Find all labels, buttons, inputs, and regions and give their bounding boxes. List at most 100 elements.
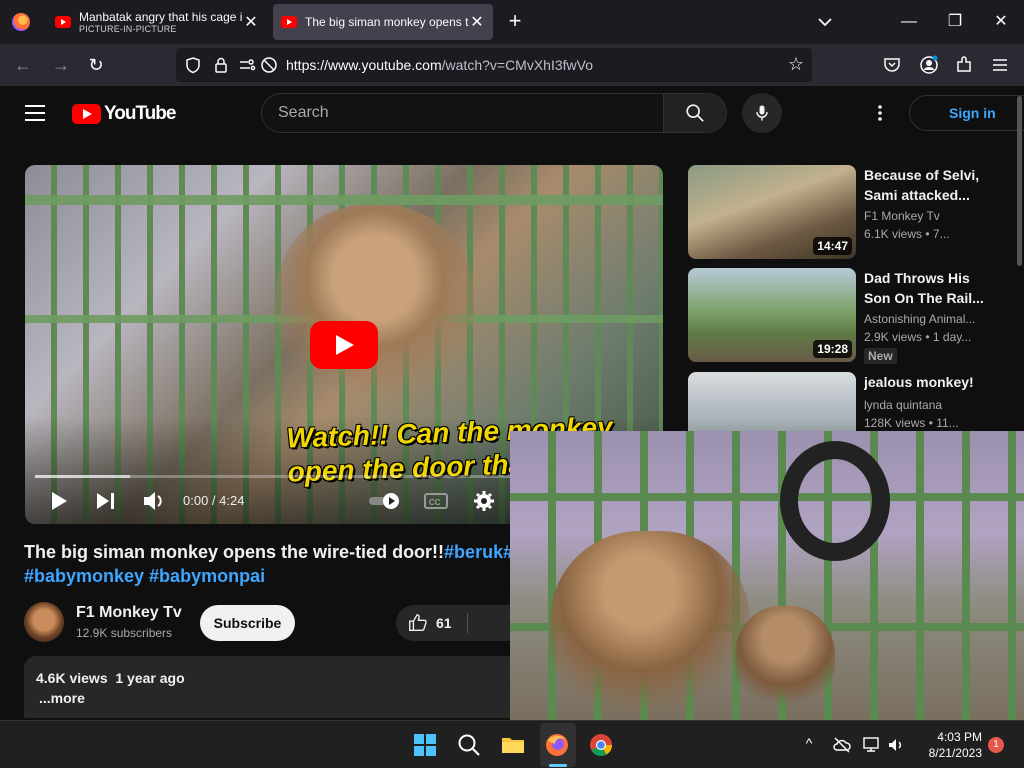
notification-badge[interactable]: 1 <box>988 737 1004 753</box>
channel-avatar[interactable] <box>24 602 64 642</box>
duration-badge: 14:47 <box>813 237 852 255</box>
forward-button[interactable]: → <box>48 52 74 78</box>
video-title: The big siman monkey opens the wire-tied… <box>24 538 513 566</box>
channel-name[interactable]: F1 Monkey Tv <box>76 604 182 622</box>
sign-in-button[interactable]: Sign in <box>909 95 1024 131</box>
close-window-button[interactable]: ✕ <box>978 0 1024 44</box>
svg-text:CC: CC <box>429 498 441 507</box>
tab-current-video[interactable]: The big siman monkey opens th ✕ <box>273 4 493 40</box>
volume-icon[interactable] <box>886 735 906 755</box>
autoplay-blocked-icon[interactable] <box>260 56 278 74</box>
show-more-link[interactable]: ...more <box>39 690 85 706</box>
description-box[interactable]: 4.6K views 1 year ago ...more <box>24 656 524 718</box>
hashtag-links[interactable]: #babymonkey #babymonpai <box>24 566 265 587</box>
volume-icon[interactable] <box>142 487 166 515</box>
duration-badge: 19:28 <box>813 340 852 358</box>
cage-bar <box>25 195 663 205</box>
windows-start-icon[interactable] <box>411 731 439 759</box>
youtube-logo-icon <box>72 104 101 124</box>
running-indicator <box>549 764 567 767</box>
show-hidden-icons-chevron-up-icon[interactable]: ^ <box>799 735 819 755</box>
recommended-channel[interactable]: lynda quintana <box>864 398 989 412</box>
play-icon[interactable] <box>49 487 69 515</box>
clock[interactable]: 4:03 PM 8/21/2023 <box>912 729 982 761</box>
recommended-channel[interactable]: F1 Monkey Tv <box>864 209 989 223</box>
settings-gear-icon[interactable] <box>471 487 497 515</box>
settings-more-icon[interactable] <box>870 103 890 123</box>
sign-in-label: Sign in <box>949 105 996 121</box>
new-badge: New <box>864 348 897 364</box>
subscribe-button[interactable]: Subscribe <box>200 605 295 641</box>
like-divider <box>467 613 468 633</box>
youtube-logo[interactable]: YouTube <box>72 103 176 125</box>
tab-title: The big siman monkey opens th <box>305 15 469 29</box>
close-tab-icon[interactable]: ✕ <box>243 12 259 32</box>
minimize-button[interactable]: — <box>886 0 932 44</box>
subtitles-icon[interactable]: CC <box>423 487 449 515</box>
tab-pip-video[interactable]: Manbatak angry that his cage i PICTURE-I… <box>47 4 267 40</box>
voice-search-button[interactable] <box>742 93 782 133</box>
tracking-protection-icon[interactable] <box>184 56 202 74</box>
recommended-title[interactable]: Because of Selvi, Sami attacked... <box>864 165 984 205</box>
list-all-tabs-icon[interactable] <box>815 13 835 31</box>
recommended-views: 2.9K views • 1 day... <box>864 330 972 344</box>
firefox-taskbar-icon[interactable] <box>543 731 571 759</box>
thumbs-up-icon[interactable] <box>407 612 429 634</box>
url-text[interactable]: https://www.youtube.com/watch?v=CMvXhI3f… <box>286 57 593 73</box>
like-count: 61 <box>436 615 452 631</box>
recommended-title[interactable]: Dad Throws His Son On The Rail... <box>864 268 984 308</box>
hashtag-link[interactable]: #beruk <box>444 542 503 562</box>
cage-bar <box>510 493 1024 501</box>
bookmark-star-icon[interactable]: ☆ <box>788 54 804 75</box>
monkey-image <box>550 531 750 720</box>
recommended-views: 6.1K views • 7... <box>864 227 950 241</box>
lock-icon[interactable] <box>212 56 230 74</box>
recommended-channel[interactable]: Astonishing Animal... <box>864 312 989 326</box>
maximize-button[interactable]: ❐ <box>932 0 978 44</box>
recommended-title[interactable]: jealous monkey! <box>864 372 984 392</box>
tire-image <box>780 441 890 561</box>
monkey-image <box>275 205 475 415</box>
tab-title: Manbatak angry that his cage i <box>79 10 243 24</box>
picture-in-picture-window[interactable] <box>510 431 1024 720</box>
recommended-video[interactable]: 14:47 Because of Selvi, Sami attacked...… <box>688 165 1018 259</box>
firefox-view-button[interactable] <box>0 0 42 44</box>
video-thumbnail[interactable]: 14:47 <box>688 165 856 259</box>
tab-strip: Manbatak angry that his cage i PICTURE-I… <box>0 0 1024 44</box>
url-path: /watch?v=CMvXhI3fwVo <box>441 57 593 73</box>
subscriber-count: 12.9K subscribers <box>76 626 173 640</box>
back-button[interactable]: ← <box>10 52 36 78</box>
close-tab-icon[interactable]: ✕ <box>469 12 485 32</box>
search-icon[interactable] <box>455 731 483 759</box>
search-input[interactable]: Search <box>261 93 664 133</box>
network-icon[interactable] <box>862 735 882 755</box>
app-menu-icon[interactable] <box>990 55 1010 75</box>
baby-monkey-image <box>735 606 835 716</box>
account-icon[interactable] <box>919 55 939 75</box>
url-domain: https://www.youtube.com <box>286 57 442 73</box>
autoplay-toggle-icon[interactable] <box>367 487 405 515</box>
taskbar: ^ 4:03 PM 8/21/2023 1 <box>0 720 1024 768</box>
next-video-icon[interactable] <box>95 487 117 515</box>
firefox-icon <box>12 13 30 31</box>
large-play-button[interactable] <box>310 321 378 369</box>
clock-time: 4:03 PM <box>937 730 982 744</box>
new-tab-button[interactable]: + <box>504 8 526 36</box>
tab-subtitle: PICTURE-IN-PICTURE <box>79 24 177 34</box>
extensions-icon[interactable] <box>954 55 974 75</box>
address-bar[interactable]: https://www.youtube.com/watch?v=CMvXhI3f… <box>176 48 812 82</box>
view-count-date: 4.6K views 1 year ago <box>36 670 185 686</box>
pocket-icon[interactable] <box>882 55 902 75</box>
guide-menu-button[interactable] <box>25 105 45 121</box>
video-title-text: The big siman monkey opens the wire-tied… <box>24 542 445 562</box>
search-icon <box>686 104 704 122</box>
recommended-views: 128K views • 11... <box>864 416 959 430</box>
reload-button[interactable]: ↻ <box>83 52 109 78</box>
chrome-icon[interactable] <box>587 731 615 759</box>
search-button[interactable] <box>663 93 727 133</box>
cloud-offline-icon[interactable] <box>832 735 852 755</box>
file-explorer-icon[interactable] <box>499 731 527 759</box>
permissions-icon[interactable] <box>238 56 256 74</box>
recommended-video[interactable]: 19:28 Dad Throws His Son On The Rail... … <box>688 268 1018 364</box>
video-thumbnail[interactable]: 19:28 <box>688 268 856 362</box>
